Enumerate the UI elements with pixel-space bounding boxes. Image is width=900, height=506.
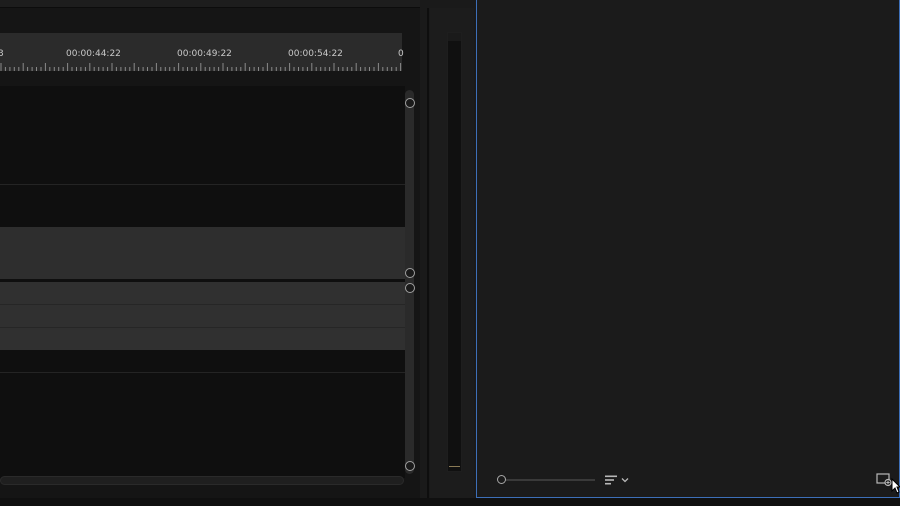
vertical-scrollbar[interactable] (405, 90, 414, 474)
scroll-handle-bottom[interactable] (405, 461, 415, 471)
scroll-handle-top[interactable] (405, 98, 415, 108)
ruler-ticks (0, 63, 402, 71)
track-clip-band[interactable] (0, 227, 405, 279)
track-separator (0, 304, 405, 305)
zoom-slider[interactable] (497, 475, 595, 484)
track-separator (0, 184, 405, 185)
chevron-down-icon (621, 478, 629, 483)
audio-meter-panel (430, 8, 474, 498)
track-separator (0, 327, 405, 328)
ruler-label: 00:00:54:22 (288, 49, 343, 59)
timeline-header-strip (0, 0, 420, 8)
track-separator (0, 372, 405, 373)
ruler-label: 3 (0, 49, 4, 59)
list-sort-icon (605, 475, 617, 485)
mouse-cursor-icon (891, 478, 900, 494)
scroll-handle-middle-lower[interactable] (405, 283, 415, 293)
timeline-panel: 3 00:00:44:22 00:00:49:22 00:00:54:22 0 (0, 0, 420, 498)
meter-peak-indicator[interactable] (448, 33, 461, 41)
bottom-status-bar (0, 498, 900, 506)
panel-divider[interactable] (427, 8, 429, 498)
audio-meter (447, 32, 462, 472)
ruler-label: 0 (398, 49, 404, 59)
track-area[interactable] (0, 86, 405, 478)
scroll-handle-middle-upper[interactable] (405, 268, 415, 278)
project-panel[interactable] (476, 0, 900, 498)
sort-menu-button[interactable] (604, 472, 634, 488)
zoom-track (501, 479, 595, 481)
meter-level-mark (449, 466, 460, 467)
horizontal-scrollbar[interactable] (0, 476, 404, 485)
ruler-label: 00:00:44:22 (66, 49, 121, 59)
track-clip-band[interactable] (0, 282, 405, 350)
ruler-label: 00:00:49:22 (177, 49, 232, 59)
time-ruler[interactable]: 3 00:00:44:22 00:00:49:22 00:00:54:22 0 (0, 33, 404, 71)
zoom-knob[interactable] (497, 475, 506, 484)
